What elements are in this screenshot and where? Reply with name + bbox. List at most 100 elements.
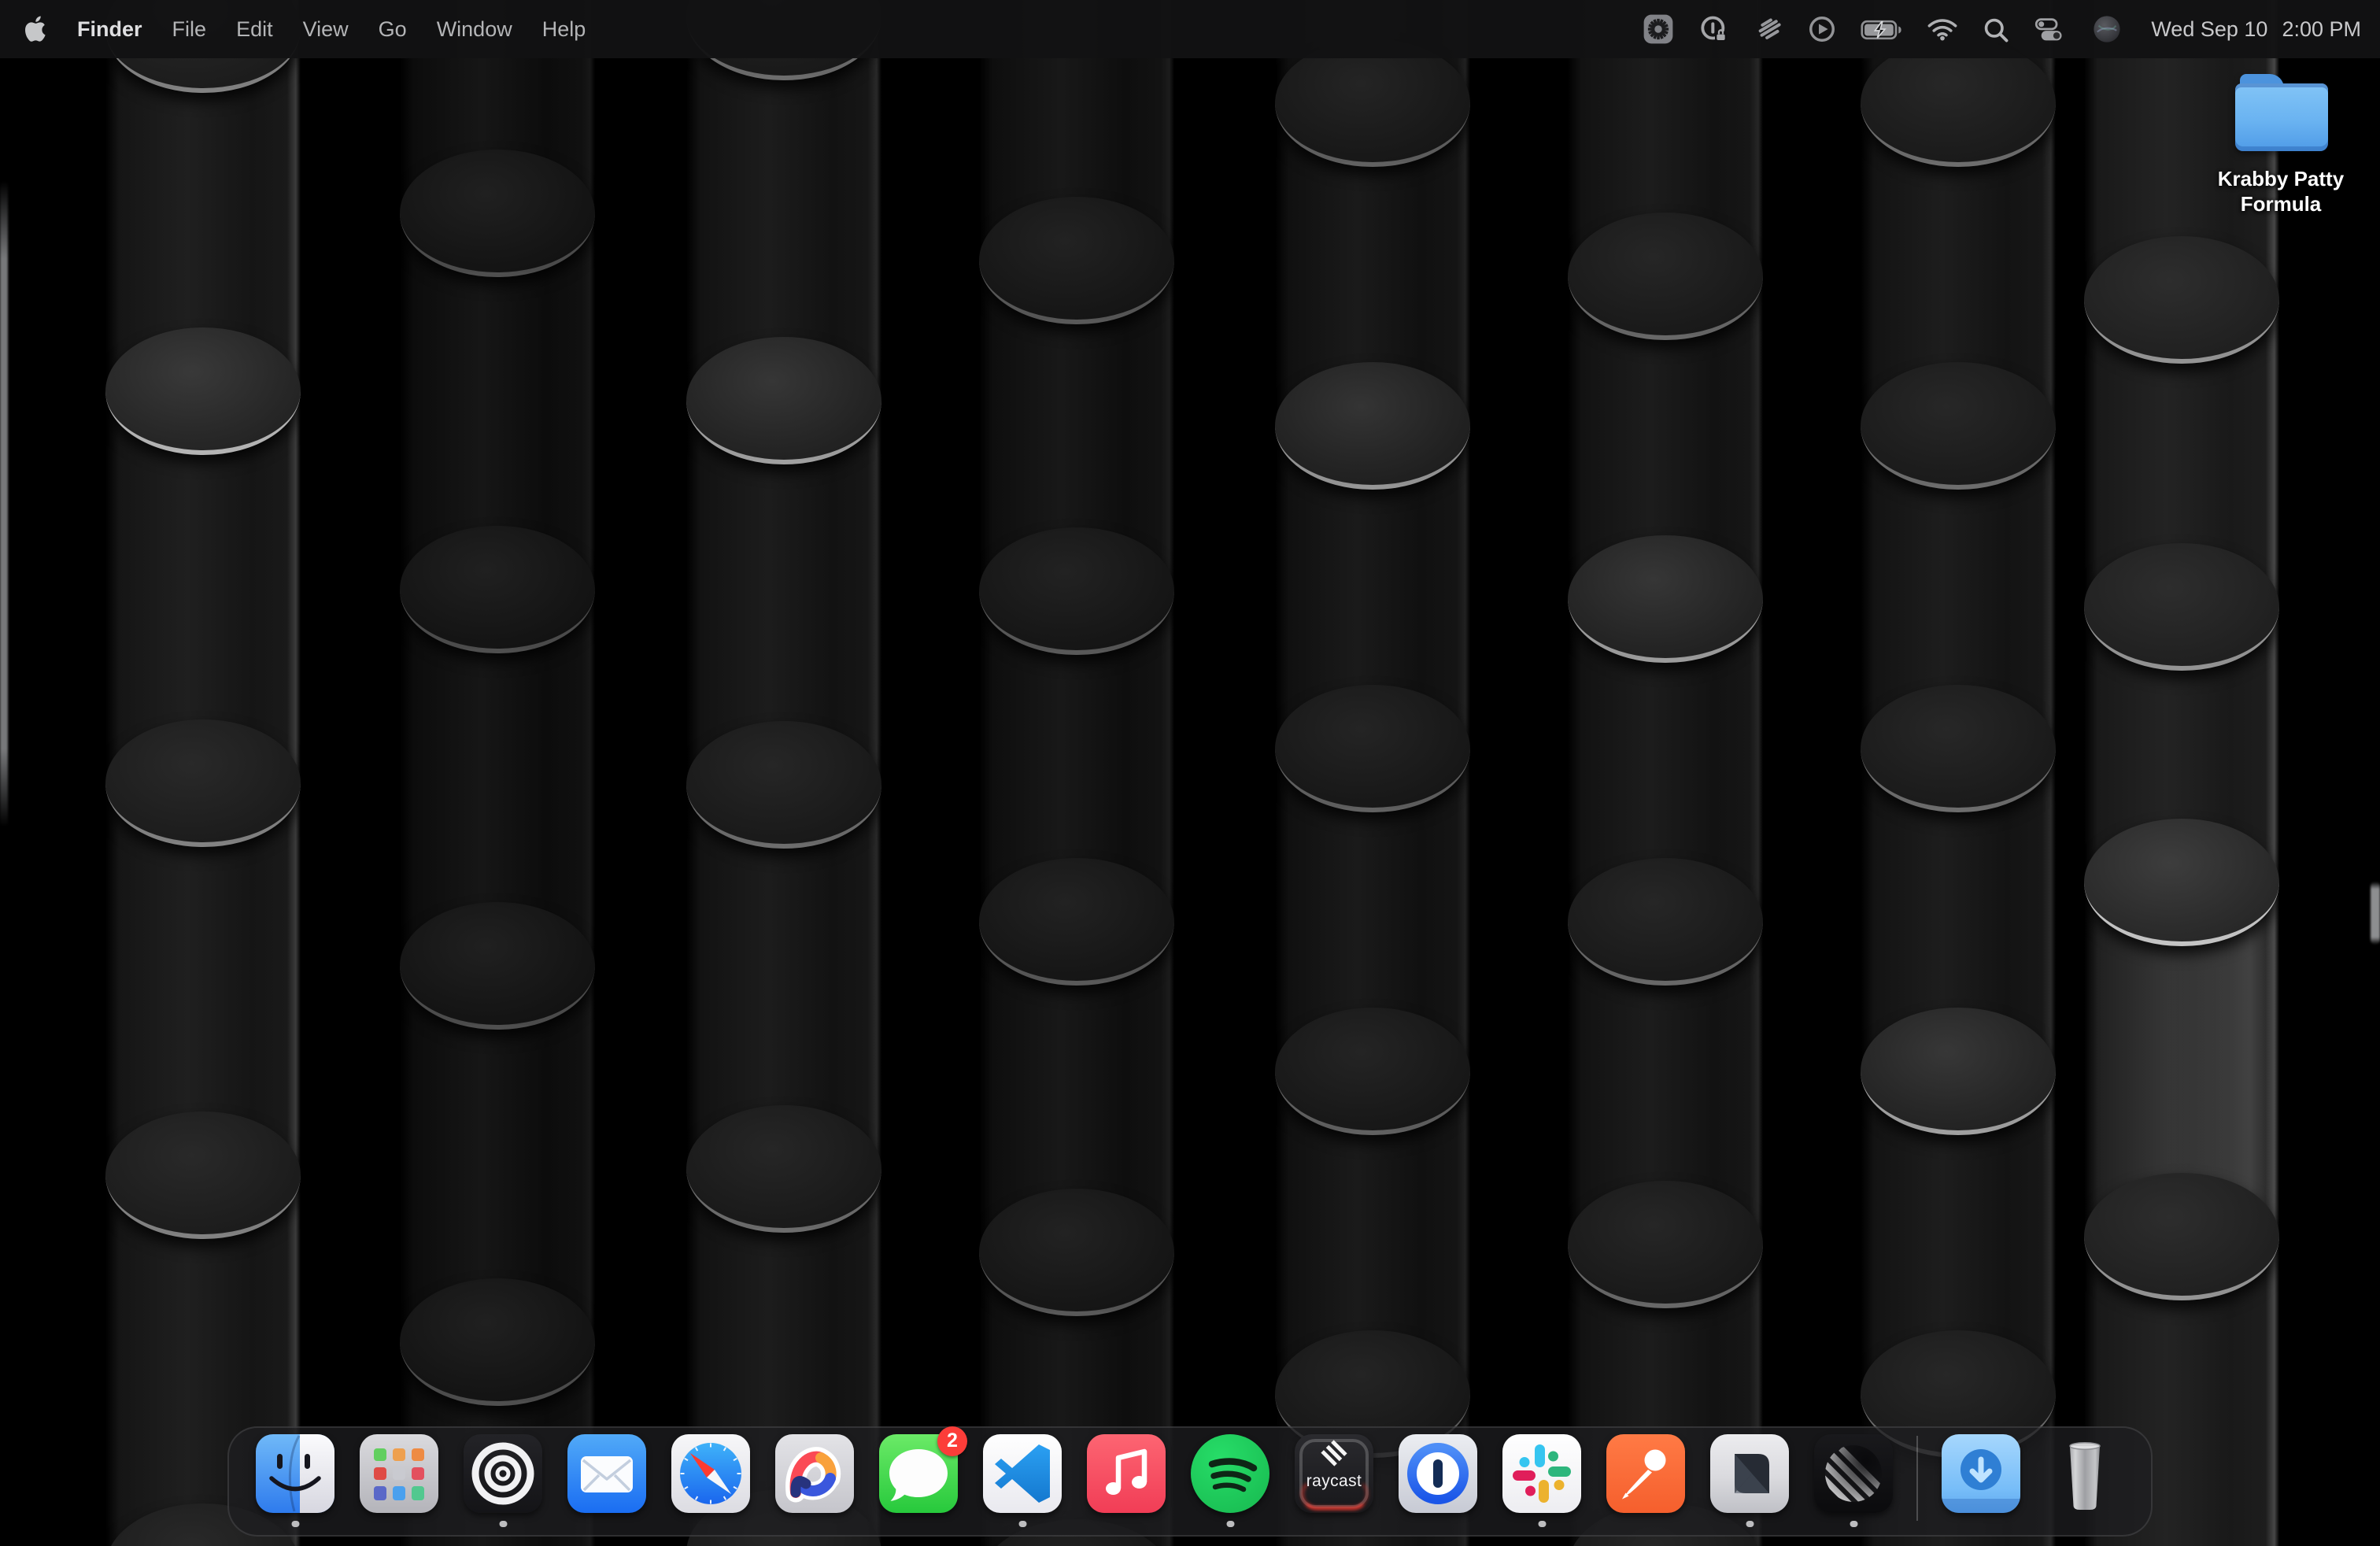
wallpaper-cylinder-cap (979, 858, 1174, 986)
now-playing-icon[interactable] (1806, 14, 1836, 44)
dock-item-downloads[interactable] (1942, 1433, 2020, 1533)
wallpaper-cylinder-cap (1275, 1008, 1470, 1135)
wallpaper-cylinder-cap (979, 1189, 1174, 1316)
wallpaper-cylinder-cap (1568, 1181, 1763, 1308)
control-center-icon[interactable] (2033, 17, 2066, 42)
running-indicator (1019, 1520, 1026, 1527)
menu-item-view[interactable]: View (303, 17, 349, 41)
dark-cube-icon (1710, 1434, 1789, 1513)
menu-item-go[interactable]: Go (379, 17, 407, 41)
menu-bar-clock[interactable]: Wed Sep 10 2:00 PM (2151, 17, 2361, 41)
folder-label-line2: Formula (2218, 191, 2344, 216)
battery-charging-icon[interactable] (1860, 18, 1902, 40)
onepassword-lock-icon[interactable] (1698, 13, 1729, 45)
running-indicator (1746, 1520, 1754, 1527)
striped-sphere-icon (1814, 1434, 1893, 1513)
dock-item-trash[interactable] (2046, 1433, 2124, 1533)
spoked-wheel-icon[interactable] (1641, 13, 1674, 46)
slack-pinwheel-icon (1502, 1434, 1581, 1513)
menu-bar-left: Finder File Edit View Go Window Help (25, 16, 586, 43)
dock-item-mail[interactable] (567, 1433, 646, 1533)
wallpaper-right-edge-sliver (2371, 882, 2380, 945)
wallpaper-cylinder-cap (2084, 1173, 2279, 1300)
spotlight-search-icon[interactable] (1981, 15, 2009, 43)
wallpaper-cylinder-cap (1275, 362, 1470, 490)
wallpaper-cylinder-column (1568, 0, 1763, 1546)
menu-bar: Finder File Edit View Go Window Help Wed Sep 1… (0, 0, 2380, 58)
wallpaper-cylinder-cap (1861, 39, 2056, 167)
dock-items: 2 raycast (243, 1433, 2137, 1535)
folder-label: Krabby Patty Formula (2218, 167, 2344, 216)
app-menus: Finder File Edit View Go Window Help (77, 17, 586, 41)
menu-item-window[interactable]: Window (437, 17, 512, 41)
folder-label-line1: Krabby Patty (2218, 167, 2344, 191)
wallpaper-cylinder-cap (1861, 362, 2056, 490)
wallpaper-cylinder-cap (979, 197, 1174, 324)
wallpaper-cylinder-cap (400, 150, 595, 277)
dock-item-finder[interactable] (256, 1433, 334, 1533)
dark-sphere-icon[interactable] (2090, 13, 2123, 46)
dock-item-spotify[interactable] (1191, 1433, 1269, 1533)
wallpaper-cylinder-cap (105, 1111, 301, 1239)
running-indicator (1227, 1520, 1234, 1527)
wallpaper-cylinder-cap (2084, 543, 2279, 671)
dock-item-raycast[interactable]: raycast (1295, 1433, 1373, 1533)
wallpaper-cylinder-cap (105, 327, 301, 455)
trash-can-icon (2046, 1433, 2124, 1515)
wallpaper-cylinder-cap (400, 1278, 595, 1406)
menu-item-edit[interactable]: Edit (236, 17, 273, 41)
wallpaper-cylinder-column (686, 0, 881, 1546)
clock-date: Wed Sep 10 (2151, 17, 2267, 41)
dock-item-sphere[interactable] (1814, 1433, 1893, 1533)
dock-item-messages[interactable]: 2 (879, 1433, 958, 1533)
wallpaper-cylinder-cap (686, 1105, 881, 1233)
dock-item-music[interactable] (1087, 1433, 1166, 1533)
wallpaper-cylinder-cap (400, 526, 595, 653)
running-indicator (1850, 1520, 1857, 1527)
running-indicator (1539, 1520, 1546, 1527)
wallpaper-cylinder-cap (686, 721, 881, 849)
music-note-icon (1087, 1434, 1166, 1513)
dock-item-arc[interactable] (775, 1433, 854, 1533)
dock-item-slack[interactable] (1502, 1433, 1581, 1533)
menu-item-file[interactable]: File (172, 17, 207, 41)
notification-badge: 2 (937, 1426, 967, 1456)
dock-item-cube[interactable] (1710, 1433, 1789, 1533)
desktop-folder-krabby-patty-formula[interactable]: Krabby Patty Formula (2182, 74, 2380, 216)
dock-item-bullseye[interactable] (464, 1433, 542, 1533)
wallpaper-cylinder-cap (1861, 685, 2056, 812)
desktop-wallpaper (0, 0, 2380, 1546)
wallpaper-cylinder-cap (1275, 685, 1470, 812)
launchpad-icon (360, 1434, 438, 1513)
dock-item-vscode[interactable] (983, 1433, 1062, 1533)
wallpaper-cylinder-column (979, 0, 1174, 1546)
wallpaper-cylinder-cap (1275, 39, 1470, 167)
dock-divider (1916, 1436, 1918, 1521)
wallpaper-cylinder-column (1275, 0, 1470, 1546)
wallpaper-cylinder-cap (979, 527, 1174, 655)
apple-menu-icon[interactable] (25, 16, 47, 43)
wallpaper-cylinder-column (105, 0, 301, 1546)
dock-item-onepassword[interactable] (1399, 1433, 1477, 1533)
screen: Finder File Edit View Go Window Help Wed Sep 1… (0, 0, 2380, 1546)
vscode-icon (983, 1434, 1062, 1513)
menu-item-help[interactable]: Help (542, 17, 586, 41)
status-icons (1641, 13, 2123, 46)
wifi-icon[interactable] (1926, 17, 1957, 41)
dock-item-postman[interactable] (1606, 1433, 1685, 1533)
menu-item-finder[interactable]: Finder (77, 17, 142, 41)
dock-item-launchpad[interactable] (360, 1433, 438, 1533)
safari-compass-icon (671, 1434, 750, 1513)
running-indicator (292, 1520, 299, 1527)
raycast-icon-label: raycast (1295, 1471, 1373, 1490)
wallpaper-cylinder-cap (1568, 535, 1763, 663)
wallpaper-cylinder-cap (2084, 819, 2279, 946)
downloads-folder-icon (1942, 1434, 2020, 1513)
raycast-icon: raycast (1295, 1434, 1373, 1513)
wallpaper-cylinder-column (400, 0, 595, 1546)
wallpaper-cylinder-cap (1568, 213, 1763, 340)
striped-badge-icon[interactable] (1753, 14, 1783, 44)
finder-icon (256, 1434, 334, 1513)
dock-item-safari[interactable] (671, 1433, 750, 1533)
wallpaper-cylinder-cap (105, 719, 301, 847)
